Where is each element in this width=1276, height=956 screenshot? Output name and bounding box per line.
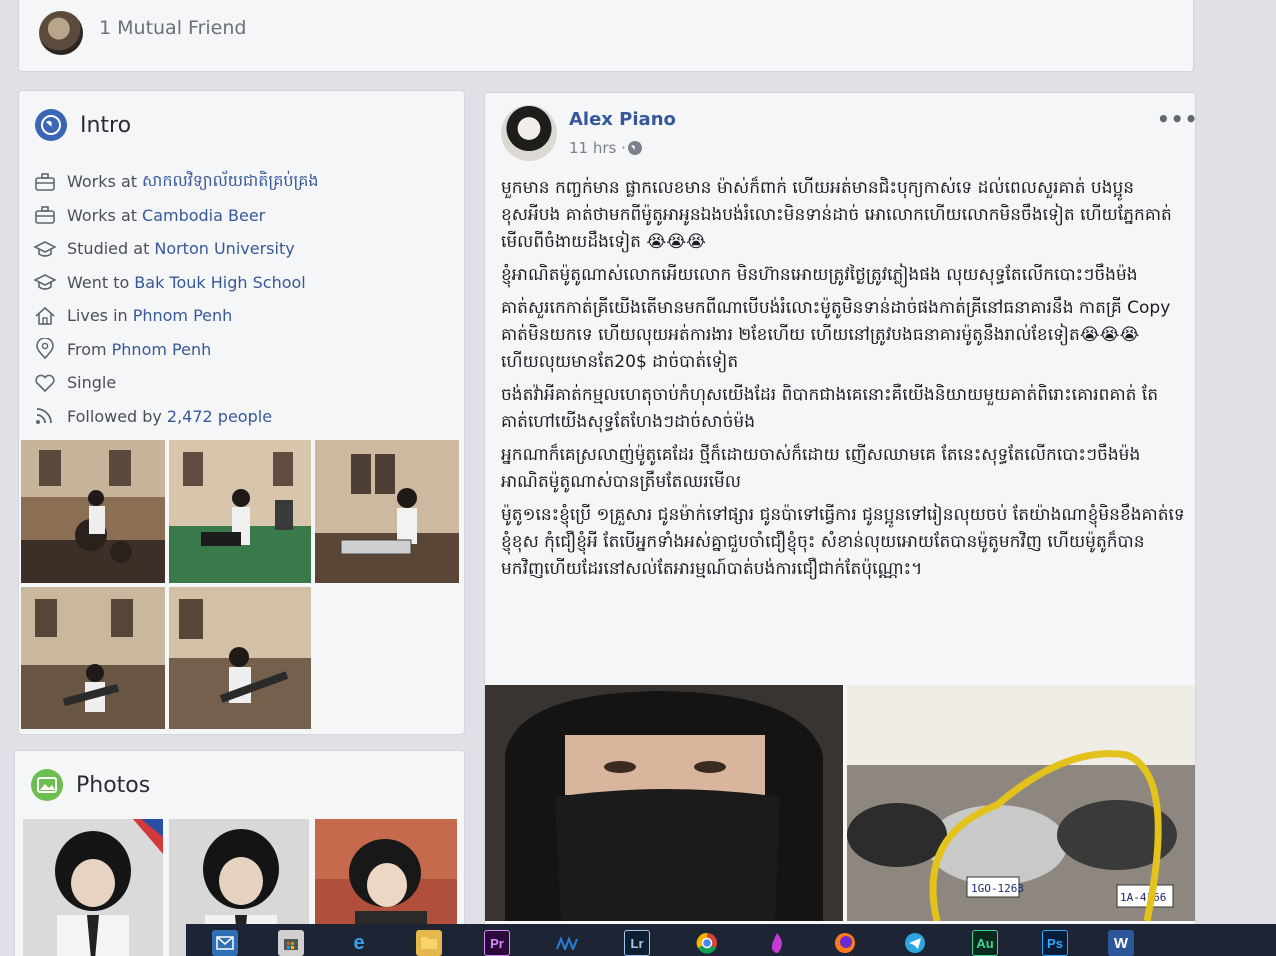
intro-work-2-prefix: Works at (67, 205, 138, 225)
premiere-pro-icon[interactable]: Pr (484, 930, 510, 956)
intro-work-1[interactable]: Works at សាកលវិទ្យាល័យជាតិគ្រប់គ្រង (33, 165, 453, 199)
intro-title: Intro (80, 112, 132, 138)
license-plate-1: 1GO-1263 (971, 882, 1024, 895)
intro-relationship-label: Single (67, 373, 117, 393)
post-paragraph: អ្នកណាក៏គេស្រលាញ់ម៉ូតូគេដែរ ថ្មីក៏ដោយចាស… (501, 445, 1141, 492)
photos-title: Photos (76, 772, 151, 798)
post-photo-motorbike[interactable]: 1GO-1263 1A-4166 (847, 685, 1195, 921)
intro-header: Intro (35, 109, 131, 141)
intro-education-2-prefix: Went to (67, 272, 130, 292)
post-author-name[interactable]: Alex Piano (569, 109, 676, 130)
post-paragraph: មួកមាន កញ្ចក់មាន ផ្លាកលេខមាន ម៉ាស់ក៏ពាក់… (501, 178, 1172, 252)
intro-followers-link[interactable]: 2,472 people (167, 407, 272, 426)
mutual-friends-card: 1 Mutual Friend (18, 0, 1194, 72)
lightroom-icon[interactable]: Lr (624, 930, 650, 956)
post-card: Alex Piano 11 hrs · ••• មួកមាន កញ្ចក់មាន… (484, 92, 1196, 932)
intro-education-1-prefix: Studied at (67, 239, 150, 259)
intro-lives-in[interactable]: Lives in Phnom Penh (33, 299, 453, 333)
audition-icon[interactable]: Au (972, 930, 998, 956)
edge-browser-icon[interactable]: e (346, 930, 372, 956)
featured-photo-guitar-2[interactable] (169, 587, 311, 729)
audio-app-icon[interactable] (554, 930, 580, 956)
post-author-avatar[interactable] (501, 105, 557, 161)
photo-thumbnail-1[interactable] (23, 819, 163, 956)
graduation-cap-icon (33, 270, 57, 294)
heart-icon (33, 371, 57, 395)
intro-work-1-link[interactable]: សាកលវិទ្យាល័យជាតិគ្រប់គ្រង (142, 170, 319, 194)
post-paragraph: ខ្ញុំអាណិតម៉ូតូណាស់លោកអើយលោក មិនហ៊ានអោយត… (501, 265, 1138, 285)
featured-photo-drums[interactable] (21, 440, 165, 583)
store-app-icon[interactable] (278, 930, 304, 956)
intro-relationship: Single (33, 366, 453, 400)
intro-card: Intro Works at សាកលវិទ្យាល័យជាតិគ្រប់គ្រ… (18, 90, 465, 735)
intro-work-2-link[interactable]: Cambodia Beer (142, 206, 265, 225)
intro-from[interactable]: From Phnom Penh (33, 333, 453, 367)
intro-work-2[interactable]: Works at Cambodia Beer (33, 199, 453, 233)
firefox-browser-icon[interactable] (832, 930, 858, 956)
flame-app-icon[interactable] (764, 930, 790, 956)
photos-header: Photos (31, 769, 150, 801)
intro-followers[interactable]: Followed by 2,472 people (33, 400, 453, 434)
license-plate-2: 1A-4166 (1120, 891, 1166, 904)
windows-taskbar: e Pr Lr Au Ps W (186, 924, 1276, 956)
home-icon (33, 304, 57, 328)
briefcase-icon (33, 170, 57, 194)
intro-education-1-link[interactable]: Norton University (154, 239, 294, 258)
intro-lives-in-prefix: Lives in (67, 306, 128, 326)
telegram-app-icon[interactable] (902, 930, 928, 956)
post-text: មួកមាន កញ្ចក់មាន ផ្លាកលេខមាន ម៉ាស់ក៏ពាក់… (501, 175, 1185, 589)
briefcase-icon (33, 203, 57, 227)
featured-photo-stand[interactable] (169, 440, 311, 583)
intro-from-prefix: From (67, 339, 107, 359)
post-photo-selfie[interactable] (485, 685, 843, 921)
post-paragraph: ចង់តវ៉ាអីគាត់កម្មលហេតុចាប់កំហុសយើងដែរ ពិ… (501, 385, 1159, 432)
featured-photos-grid (21, 440, 459, 730)
post-timestamp[interactable]: 11 hrs · (569, 139, 626, 157)
intro-list: Works at សាកលវិទ្យាល័យជាតិគ្រប់គ្រង Work… (33, 165, 453, 433)
mutual-friend-avatar[interactable] (39, 11, 83, 55)
mutual-friends-label[interactable]: 1 Mutual Friend (99, 17, 246, 39)
intro-lives-in-link[interactable]: Phnom Penh (133, 306, 233, 325)
globe-icon (35, 109, 67, 141)
mail-app-icon[interactable] (212, 930, 238, 956)
graduation-cap-icon (33, 237, 57, 261)
intro-education-2-link[interactable]: Bak Touk High School (134, 273, 305, 292)
intro-followers-prefix: Followed by (67, 406, 162, 426)
intro-education-2[interactable]: Went to Bak Touk High School (33, 266, 453, 300)
post-paragraph: ម៉ូតូ១នេះខ្ញុំប្រើ ១គ្រួសារ ជូនម៉ាក់ទៅផ្… (501, 505, 1185, 579)
location-pin-icon (33, 337, 57, 361)
chrome-browser-icon[interactable] (694, 930, 720, 956)
word-app-icon[interactable]: W (1108, 930, 1134, 956)
file-explorer-icon[interactable] (416, 930, 442, 956)
featured-photo-keyboard[interactable] (315, 440, 459, 583)
intro-education-1[interactable]: Studied at Norton University (33, 232, 453, 266)
more-options-button[interactable]: ••• (1157, 107, 1195, 131)
featured-photo-guitar-1[interactable] (21, 587, 165, 729)
rss-feed-icon (33, 404, 57, 428)
intro-from-link[interactable]: Phnom Penh (112, 340, 212, 359)
photoshop-icon[interactable]: Ps (1042, 930, 1068, 956)
public-globe-icon (627, 140, 643, 160)
photos-icon (31, 769, 63, 801)
post-paragraph: គាត់សួរកេកាត់គ្រីយើងតើមានមកពីណាបើបង់រំលោ… (501, 298, 1171, 372)
intro-work-1-prefix: Works at (67, 172, 138, 192)
